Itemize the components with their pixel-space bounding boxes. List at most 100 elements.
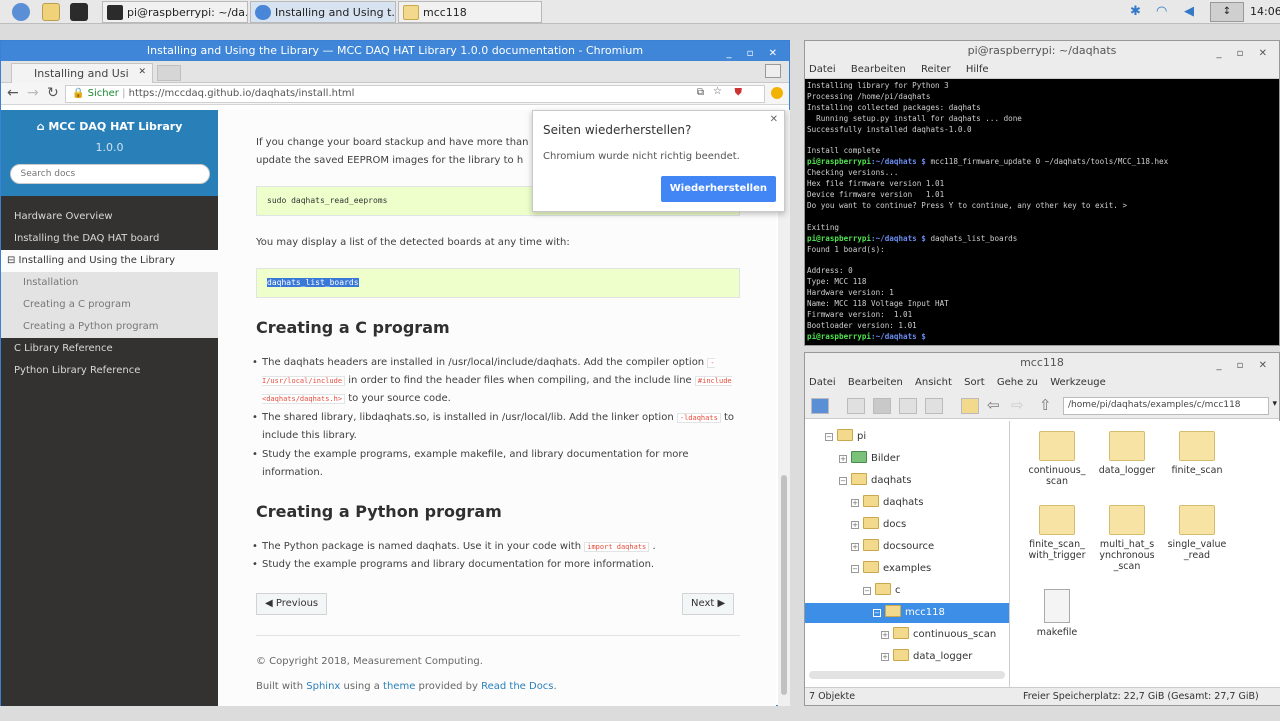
file-multi-hat-synchronous-scan[interactable]: multi_hat_s ynchronous _scan <box>1089 505 1165 572</box>
tree-horizontal-scrollbar[interactable] <box>809 671 1005 679</box>
collapse-icon[interactable]: − <box>873 609 881 617</box>
forward-icon[interactable]: → <box>27 85 39 101</box>
task-filemanager[interactable]: mcc118 <box>398 1 542 23</box>
folder-tree[interactable]: − pi + Bilder − daqhats + daqhats + docs + doc… <box>805 421 1010 687</box>
new-window-icon[interactable] <box>811 398 829 414</box>
read-the-docs-link[interactable]: Read the Docs <box>481 681 553 692</box>
menu-hilfe[interactable]: Hilfe <box>966 64 989 75</box>
sidebar-sub-installation[interactable]: Installation <box>1 272 218 294</box>
expand-icon[interactable]: + <box>881 631 889 639</box>
sidebar-item-c-reference[interactable]: C Library Reference <box>1 338 218 360</box>
collapse-icon[interactable]: − <box>839 477 847 485</box>
tree-node-data-logger[interactable]: + data_logger <box>881 647 972 667</box>
tree-node-daqhats[interactable]: − daqhats <box>839 471 911 491</box>
home-folder-icon[interactable] <box>961 398 979 414</box>
up-icon[interactable]: ⇧ <box>1039 396 1052 414</box>
sidebar-sub-c-program[interactable]: Creating a C program <box>1 294 218 316</box>
built-with-text: Built with Sphinx using a theme provided… <box>256 681 557 692</box>
expand-icon[interactable]: + <box>851 521 859 529</box>
sidebar-item-hardware[interactable]: Hardware Overview <box>1 206 218 228</box>
sidebar-item-install-board[interactable]: Installing the DAQ HAT board <box>1 228 218 250</box>
sidebar-item-python-reference[interactable]: Python Library Reference <box>1 360 218 382</box>
menu-sort[interactable]: Sort <box>964 377 985 388</box>
shield-icon[interactable]: ⛊ <box>735 87 743 98</box>
path-input[interactable]: /home/pi/daqhats/examples/c/mcc118 <box>1063 397 1269 415</box>
menu-reiter[interactable]: Reiter <box>921 64 951 75</box>
menu-bearbeiten[interactable]: Bearbeiten <box>848 377 903 388</box>
tab-close-icon[interactable]: ✕ <box>138 67 146 77</box>
chevron-down-icon[interactable]: ▾ <box>1272 399 1277 409</box>
command-text: daqhats_list_boards <box>925 233 1018 243</box>
collapse-icon[interactable]: − <box>851 565 859 573</box>
expand-icon[interactable]: + <box>851 499 859 507</box>
terminal-launcher-icon[interactable] <box>70 3 88 21</box>
theme-link[interactable]: theme <box>383 681 415 692</box>
previous-button[interactable]: ◀ Previous <box>256 593 328 615</box>
volume-icon[interactable]: ◀ <box>1184 4 1194 19</box>
expand-icon[interactable]: + <box>851 543 859 551</box>
close-icon[interactable]: ✕ <box>770 114 778 125</box>
tree-node-continuous-scan[interactable]: + continuous_scan <box>881 625 996 645</box>
task-terminal[interactable]: pi@raspberrypi: ~/da... <box>102 1 248 23</box>
scrollbar-thumb[interactable] <box>781 475 787 695</box>
file-manager-launcher-icon[interactable] <box>42 3 60 21</box>
window-controls[interactable]: _ ▫ ✕ <box>1216 356 1273 376</box>
menu-ansicht[interactable]: Ansicht <box>915 377 952 388</box>
thumbnail-view-icon[interactable] <box>873 398 891 414</box>
tree-node-mcc118[interactable]: − mcc118 <box>805 603 1009 623</box>
menu-bearbeiten[interactable]: Bearbeiten <box>851 64 906 75</box>
tree-node-pi[interactable]: − pi <box>825 427 866 447</box>
wifi-icon[interactable]: ◠ <box>1156 4 1167 19</box>
list-view-icon[interactable] <box>925 398 943 414</box>
restore-button[interactable]: Wiederherstellen <box>660 176 776 202</box>
menu-datei[interactable]: Datei <box>809 377 836 388</box>
tree-node-bilder[interactable]: + Bilder <box>839 449 900 469</box>
bookmark-star-icon[interactable]: ☆ <box>713 86 722 97</box>
window-controls[interactable]: _ ▫ ✕ <box>1216 44 1273 64</box>
menu-datei[interactable]: Datei <box>809 64 836 75</box>
file-finite-scan-with-trigger[interactable]: finite_scan_ with_trigger <box>1019 505 1095 561</box>
menu-gehe-zu[interactable]: Gehe zu <box>997 377 1038 388</box>
collapse-icon[interactable]: − <box>863 587 871 595</box>
task-chromium[interactable]: Installing and Using t... <box>250 1 396 23</box>
sidebar-item-install-library[interactable]: ⊟ Installing and Using the Library <box>1 250 218 272</box>
compact-view-icon[interactable] <box>899 398 917 414</box>
tree-node-docs[interactable]: + docs <box>851 515 906 535</box>
raspberry-menu-icon[interactable] <box>12 3 30 21</box>
file-continuous-scan[interactable]: continuous_ scan <box>1019 431 1095 487</box>
reload-icon[interactable]: ↻ <box>47 85 59 101</box>
icon-view-icon[interactable] <box>847 398 865 414</box>
tree-node-daqhats-sub[interactable]: + daqhats <box>851 493 923 513</box>
file-single-value-read[interactable]: single_value _read <box>1159 505 1235 561</box>
tab-install[interactable]: Installing and Usi ✕ <box>11 63 153 83</box>
collapse-icon[interactable]: − <box>825 433 833 441</box>
bluetooth-icon[interactable]: ✱ <box>1130 4 1141 19</box>
tree-node-docsource[interactable]: + docsource <box>851 537 934 557</box>
expand-icon[interactable]: + <box>881 653 889 661</box>
file-makefile[interactable]: makefile <box>1019 589 1095 638</box>
docs-search-input[interactable] <box>9 164 210 184</box>
sphinx-link[interactable]: Sphinx <box>306 681 340 692</box>
terminal-output[interactable]: Installing library for Python 3 Processin… <box>805 79 1279 345</box>
menu-werkzeuge[interactable]: Werkzeuge <box>1050 377 1106 388</box>
network-indicator[interactable]: ↕ <box>1210 2 1244 22</box>
forward-icon[interactable]: ⇨ <box>1011 396 1024 414</box>
expand-icon[interactable]: + <box>839 455 847 463</box>
sidebar-sub-python-program[interactable]: Creating a Python program <box>1 316 218 338</box>
browser-title-bar[interactable]: Installing and Using the Library — MCC D… <box>1 41 789 61</box>
terminal-title-bar[interactable]: pi@raspberrypi: ~/daqhats _ ▫ ✕ <box>805 41 1279 61</box>
profile-icon[interactable] <box>765 64 781 78</box>
url-input[interactable]: 🔒 Sicher | https://mccdaq.github.io/daqh… <box>65 85 765 103</box>
tree-node-c[interactable]: − c <box>863 581 901 601</box>
new-tab-button[interactable] <box>157 65 181 81</box>
file-finite-scan[interactable]: finite_scan <box>1159 431 1235 476</box>
translate-icon[interactable]: ⧉ <box>697 87 704 98</box>
file-manager-title-bar[interactable]: mcc118 _ ▫ ✕ <box>805 353 1279 373</box>
alert-icon[interactable] <box>771 87 783 99</box>
tree-node-examples[interactable]: − examples <box>851 559 931 579</box>
back-icon[interactable]: ← <box>7 85 19 101</box>
docs-home-link[interactable]: ⌂ MCC DAQ HAT Library <box>1 120 218 133</box>
file-data-logger[interactable]: data_logger <box>1089 431 1165 476</box>
next-button[interactable]: Next ▶ <box>682 593 735 615</box>
back-icon[interactable]: ⇦ <box>987 396 1000 414</box>
